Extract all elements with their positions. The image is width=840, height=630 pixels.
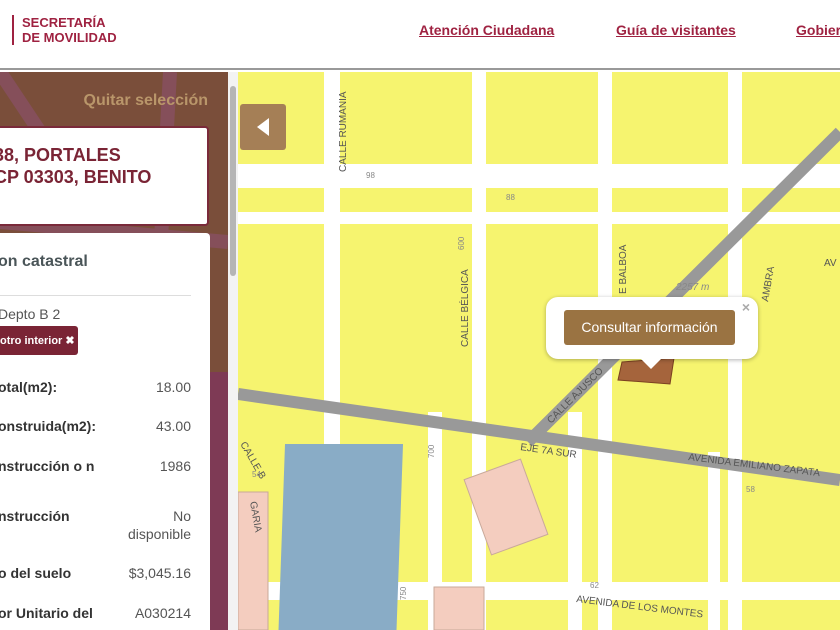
row-label: or Unitario del	[0, 605, 93, 621]
row-value: 43.00	[155, 418, 191, 434]
row-label: onstruida(m2):	[0, 418, 96, 434]
other-interior-button[interactable]: otro interior ✖	[0, 326, 78, 355]
logo-line1: SECRETARÍA	[22, 15, 106, 30]
logo-line2: DE MOVILIDAD	[22, 30, 117, 45]
label-750: 750	[399, 586, 408, 600]
park-block	[278, 444, 404, 630]
row-label: nstrucción	[0, 508, 70, 524]
address-line2: CP 03303, BENITO	[0, 167, 152, 187]
address-line1: 38, PORTALES	[0, 145, 121, 165]
row-value: A030214	[134, 605, 191, 621]
label-2257: 2257 m	[675, 282, 709, 293]
label-98: 98	[366, 171, 375, 180]
logo[interactable]: SECRETARÍA DE MOVILIDAD	[12, 15, 117, 45]
label-600: 600	[457, 236, 466, 250]
row-label: o del suelo	[0, 565, 72, 581]
panel-scrollbar[interactable]	[228, 72, 238, 630]
info-panel: Quitar selección 38, PORTALES CP 03303, …	[0, 72, 228, 630]
row-value: $3,045.16	[128, 565, 191, 581]
header: SECRETARÍA DE MOVILIDAD Atención Ciudada…	[0, 0, 840, 70]
nav-atencion-ciudadana[interactable]: Atención Ciudadana	[419, 22, 554, 38]
close-icon[interactable]: ×	[742, 299, 750, 315]
collapse-panel-button[interactable]	[240, 104, 286, 150]
consultar-informacion-button[interactable]: Consultar información	[564, 310, 735, 345]
cadastral-info-card: on catastral Depto B 2 otro interior ✖ o…	[0, 233, 210, 630]
unit-label: Depto B 2	[0, 306, 61, 322]
street-belgica: CALLE BÉLGICA	[458, 269, 471, 347]
row-value: No disponible	[127, 508, 191, 542]
row-value: 1986	[159, 458, 191, 474]
label-700: 700	[427, 444, 436, 458]
label-88: 88	[506, 193, 515, 202]
row-label: otal(m2):	[0, 379, 58, 395]
address-card: 38, PORTALES CP 03303, BENITO	[0, 126, 209, 226]
street-rumania: CALLE RUMANIA	[338, 91, 349, 172]
label-58: 58	[746, 485, 755, 494]
clear-selection-link[interactable]: Quitar selección	[84, 92, 209, 110]
map[interactable]: CALLE RUMANIA CALLE BÉLGICA CALLE AJUSCO…	[238, 72, 840, 630]
map-popup: Consultar información ×	[546, 297, 758, 369]
street-balboa: E BALBOA	[618, 244, 629, 294]
street-av: AV	[824, 258, 837, 269]
label-54: 54	[252, 470, 261, 479]
info-title: on catastral	[0, 253, 88, 270]
row-label: nstrucción o n	[0, 458, 95, 474]
nav-guia-visitantes[interactable]: Guía de visitantes	[616, 22, 736, 38]
street-ambra: AMBRA	[760, 265, 777, 302]
divider	[0, 295, 191, 296]
nav-gobierno[interactable]: Gobierno	[796, 22, 840, 38]
label-62: 62	[590, 581, 599, 590]
scrollbar-thumb[interactable]	[230, 86, 236, 276]
row-value: 18.00	[155, 379, 191, 395]
